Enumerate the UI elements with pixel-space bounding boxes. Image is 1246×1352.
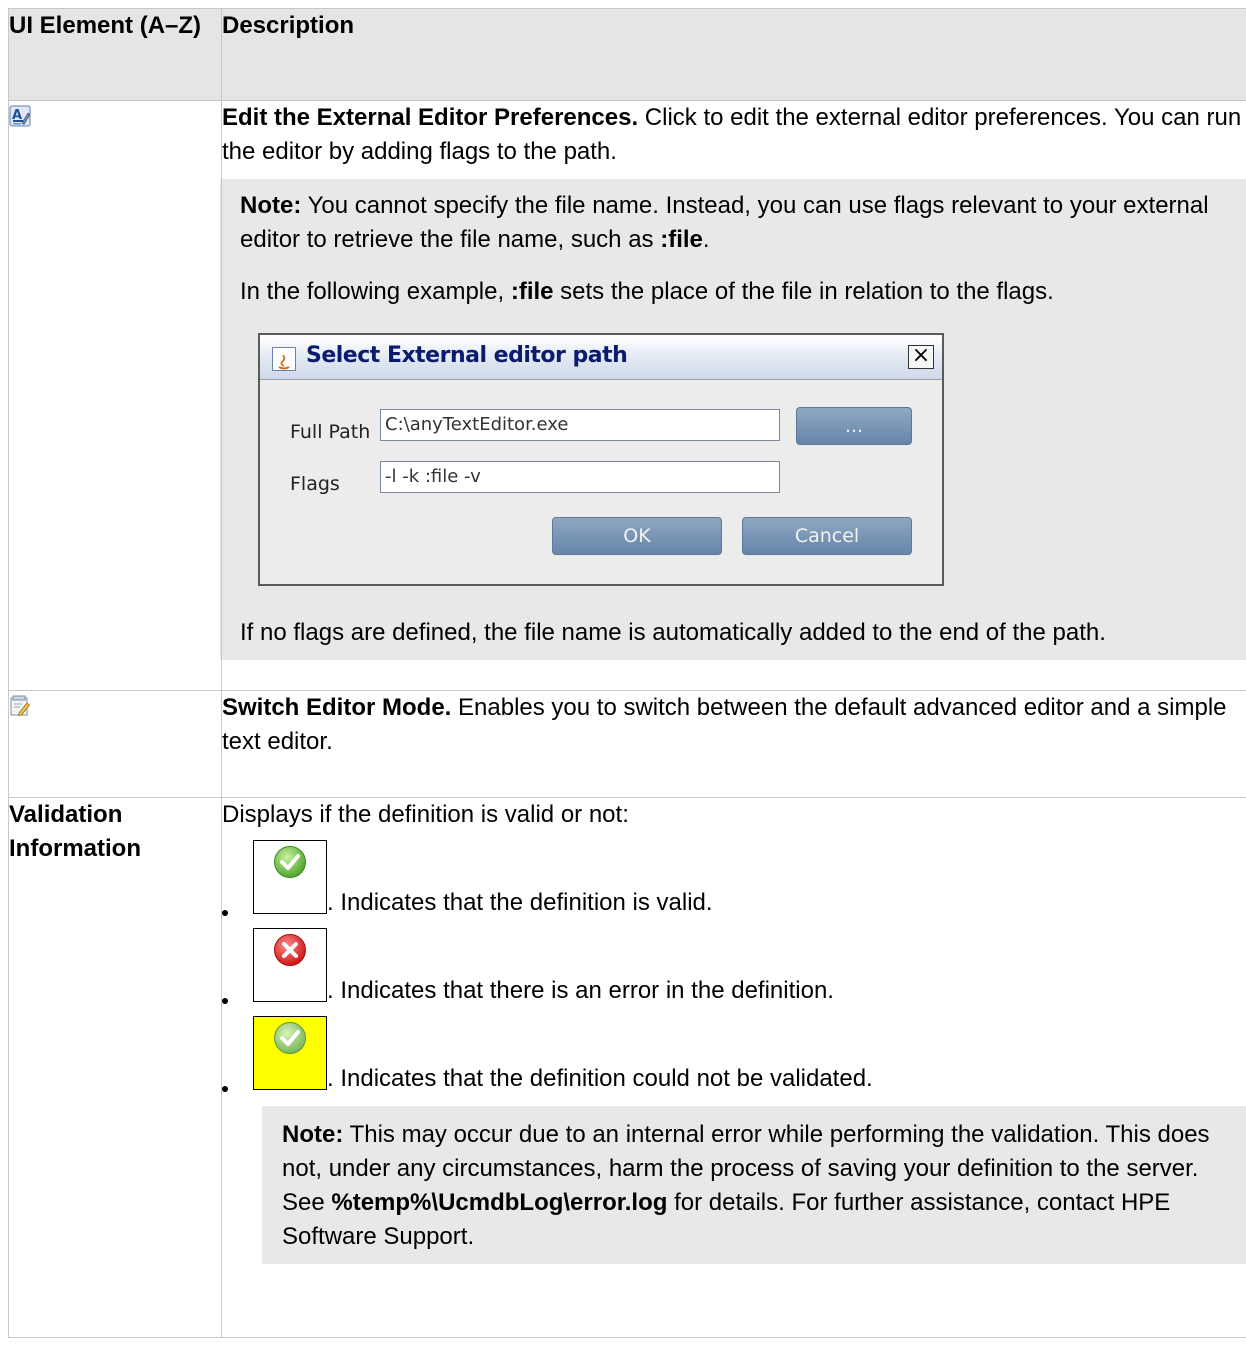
close-icon: × [908,345,934,369]
header-ui-element: UI Element (A–Z) [8,8,222,101]
item-text: . Indicates that the definition could no… [327,1065,873,1092]
description-text: Edit the External Editor Preferences. Cl… [222,101,1246,169]
note-label: Note: [282,1121,344,1148]
item-text: . Indicates that there is an error in th… [327,977,834,1004]
java-icon [272,347,296,371]
description-text: Switch Editor Mode. Enables you to switc… [222,691,1246,759]
list-item: . Indicates that there is an error in th… [222,928,1246,1008]
note-code: :file [660,226,703,253]
note-text: You cannot specify the file name. Instea… [240,192,1209,253]
header-description: Description [221,8,1246,101]
row-element-cell: Validation Information [8,797,222,1338]
example-code: :file [510,278,554,305]
note-box: Note: This may occur due to an internal … [262,1106,1246,1264]
example-paragraph: In the following example, :file sets the… [240,275,1230,309]
row-element-cell: A [8,100,222,691]
flags-field: -l -k :file -v [380,461,780,493]
table-header-row: UI Element (A–Z) Description [8,8,1246,101]
ui-elements-table: UI Element (A–Z) Description A Edit the … [8,8,1246,1338]
row-description-cell: Displays if the definition is valid or n… [221,797,1246,1338]
table-row: Validation Information Displays if the d… [8,797,1246,1338]
row-element-cell [8,690,222,798]
item-text: . Indicates that the definition is valid… [327,889,713,916]
table-row: Switch Editor Mode. Enables you to switc… [8,690,1246,798]
validation-icon-list: . Indicates that the definition is valid… [222,840,1246,1096]
note-paragraph: Note: This may occur due to an internal … [282,1118,1226,1254]
not-validated-check-icon [253,1016,327,1090]
cancel-button: Cancel [742,517,912,555]
no-flags-paragraph: If no flags are defined, the file name i… [240,619,1106,646]
external-editor-dialog-screenshot: Select External editor path × Full Path … [258,333,944,586]
element-title: Edit the External Editor Preferences. [222,104,639,131]
note-label: Note: [240,192,302,219]
dialog-title-bar: Select External editor path × [260,335,942,380]
row-description-cell: Switch Editor Mode. Enables you to switc… [221,690,1246,798]
edit-external-editor-preferences-icon: A [9,103,31,127]
valid-check-icon [253,840,327,914]
log-path: %temp%\UcmdbLog\error.log [331,1189,668,1216]
list-item: . Indicates that the definition could no… [222,1016,1246,1096]
row-description-cell: Edit the External Editor Preferences. Cl… [220,100,1246,691]
flags-label: Flags [290,473,340,495]
table-row: A Edit the External Editor Preferences. … [8,100,1246,691]
full-path-field: C:\anyTextEditor.exe [380,409,780,441]
description-text: Displays if the definition is valid or n… [222,801,629,828]
example-text-end: sets the place of the file in relation t… [553,278,1054,305]
note-box: Note: You cannot specify the file name. … [220,179,1246,660]
note-paragraph: Note: You cannot specify the file name. … [240,189,1230,257]
element-title: Switch Editor Mode. [222,694,452,721]
list-item: . Indicates that the definition is valid… [222,840,1246,920]
note-text-end: . [702,226,710,253]
switch-editor-mode-icon [9,693,31,716]
example-text: In the following example, [240,278,511,305]
dialog-title: Select External editor path [306,343,628,368]
full-path-label: Full Path [290,421,371,443]
error-x-icon [253,928,327,1002]
ok-button: OK [552,517,722,555]
browse-button: ... [796,407,912,445]
